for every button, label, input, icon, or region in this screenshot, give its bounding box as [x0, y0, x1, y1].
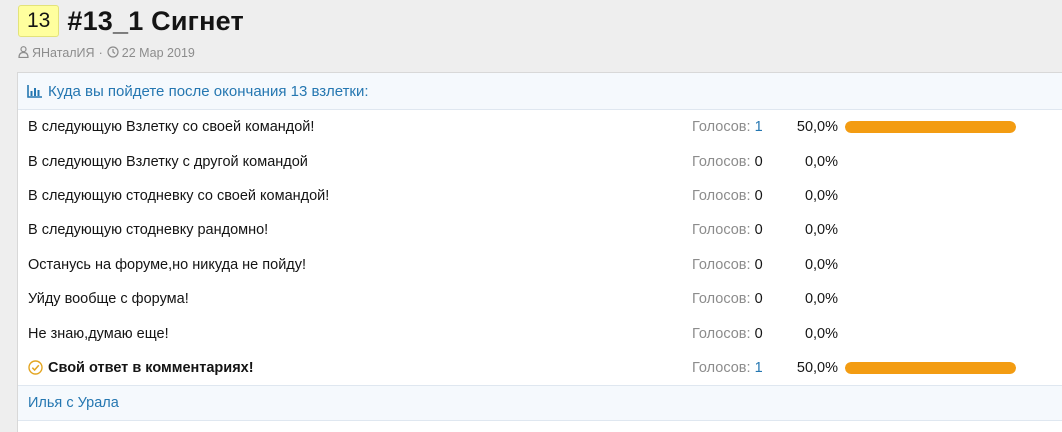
- votes-count[interactable]: 1: [755, 119, 763, 135]
- poll-option: В следующую стодневку рандомно!: [28, 222, 268, 238]
- votes-label: Голосов:: [692, 359, 751, 376]
- votes-count: 0: [754, 153, 763, 170]
- poll-option: Не знаю,думаю еще!: [28, 326, 169, 342]
- poll-option-row: Свой ответ в комментариях! Голосов: 1 50,0…: [18, 351, 1062, 385]
- poll-option-label: В следующую стодневку со своей командой!: [28, 187, 330, 204]
- votes-label: Голосов:: [692, 222, 751, 239]
- poll-option: В следующую Взлетку с другой командой: [28, 154, 308, 170]
- poll-result-bar: [845, 361, 1016, 374]
- poll-option-row: Останусь на форуме,но никуда не пойду! Го…: [18, 248, 1062, 282]
- poll-option-percent: 0,0%: [804, 256, 838, 273]
- votes-count: 0: [754, 187, 763, 204]
- votes-count: 0: [754, 222, 763, 239]
- check-circle-icon: [28, 360, 43, 376]
- poll-option-label: Останусь на форуме,но никуда не пойду!: [28, 256, 307, 273]
- poll-options: В следующую Взлетку со своей командой! Го…: [18, 110, 1062, 385]
- poll-option: Уйду вообще с форума!: [28, 291, 189, 307]
- poll-option-label: Свой ответ в комментариях!: [48, 359, 254, 376]
- poll-option-row: В следующую Взлетку со своей командой! Го…: [18, 110, 1062, 144]
- votes-count: 0: [754, 325, 763, 342]
- poll-option-votes: Голосов: 1: [692, 119, 763, 135]
- poll-option-votes: Голосов: 0: [692, 291, 763, 307]
- poll-result-bar-fill: [845, 121, 1016, 133]
- thread-date[interactable]: 22 Мар 2019: [122, 46, 195, 60]
- thread-title: #13_1 Сигнет: [67, 5, 244, 36]
- votes-label: Голосов:: [692, 187, 751, 204]
- poll-option-votes: Голосов: 0: [692, 188, 763, 204]
- poll-option-percent: 0,0%: [804, 153, 838, 170]
- votes-count: 0: [754, 256, 763, 273]
- poll-option-row: В следующую стодневку со своей командой!…: [18, 179, 1062, 213]
- thread-header: 13 #13_1 Сигнет: [18, 3, 244, 39]
- poll-option-row: Не знаю,думаю еще! Голосов: 0 0,0%: [18, 316, 1062, 350]
- thread-prefix-badge[interactable]: 13: [18, 5, 60, 37]
- poll-option-percent: 0,0%: [804, 325, 838, 342]
- poll-result-bar-fill: [845, 361, 1016, 374]
- votes-label: Голосов:: [692, 325, 751, 342]
- poll-footer: Илья с Урала: [18, 385, 1062, 421]
- poll-option: В следующую стодневку со своей командой!: [28, 188, 329, 204]
- poll-option: Свой ответ в комментариях!: [28, 360, 254, 376]
- poll-option-votes: Голосов: 0: [692, 222, 763, 238]
- poll-option-percent: 50,0%: [796, 119, 838, 136]
- poll-block: Куда вы пойдете после окончания 13 взлет…: [17, 72, 1062, 432]
- poll-option-percent: 0,0%: [804, 187, 838, 204]
- votes-label: Голосов:: [692, 291, 751, 308]
- thread-author[interactable]: ЯНаталИЯ: [32, 46, 95, 60]
- poll-option-percent: 0,0%: [804, 222, 838, 239]
- poll-option-votes: Голосов: 0: [692, 257, 763, 273]
- poll-option-row: В следующую стодневку рандомно! Голосов: …: [18, 213, 1062, 247]
- poll-option-label: Не знаю,думаю еще!: [28, 325, 169, 342]
- poll-option-row: В следующую Взлетку с другой командой Гол…: [18, 144, 1062, 178]
- poll-question: Куда вы пойдете после окончания 13 взлет…: [48, 82, 369, 100]
- votes-count[interactable]: 1: [755, 360, 763, 376]
- poll-option-label: Уйду вообще с форума!: [28, 291, 189, 308]
- votes-label: Голосов:: [692, 119, 751, 136]
- poll-option-votes: Голосов: 1: [692, 360, 763, 376]
- meta-separator: ·: [98, 46, 103, 60]
- poll-option-percent: 50,0%: [796, 359, 838, 376]
- poll-option: Останусь на форуме,но никуда не пойду!: [28, 257, 306, 273]
- votes-count: 0: [754, 291, 763, 308]
- footer-user-link[interactable]: Илья с Урала: [28, 395, 119, 411]
- poll-option-row: Уйду вообще с форума! Голосов: 0 0,0%: [18, 282, 1062, 316]
- poll-option: В следующую Взлетку со своей командой!: [28, 119, 314, 135]
- votes-label: Голосов:: [692, 256, 751, 273]
- thread-meta: ЯНаталИЯ · 22 Мар 2019: [18, 45, 195, 61]
- poll-option-votes: Голосов: 0: [692, 154, 763, 170]
- poll-option-label: В следующую стодневку рандомно!: [28, 222, 269, 239]
- poll-option-label: В следующую Взлетку со своей командой!: [28, 119, 315, 136]
- votes-label: Голосов:: [692, 153, 751, 170]
- poll-option-label: В следующую Взлетку с другой командой: [28, 153, 308, 170]
- clock-icon: [107, 45, 119, 61]
- poll-header: Куда вы пойдете после окончания 13 взлет…: [18, 73, 1062, 110]
- user-icon: [18, 45, 29, 61]
- poll-result-bar: [845, 121, 1016, 133]
- poll-option-percent: 0,0%: [804, 291, 838, 308]
- poll-option-votes: Голосов: 0: [692, 326, 763, 342]
- bar-chart-icon: [27, 84, 42, 98]
